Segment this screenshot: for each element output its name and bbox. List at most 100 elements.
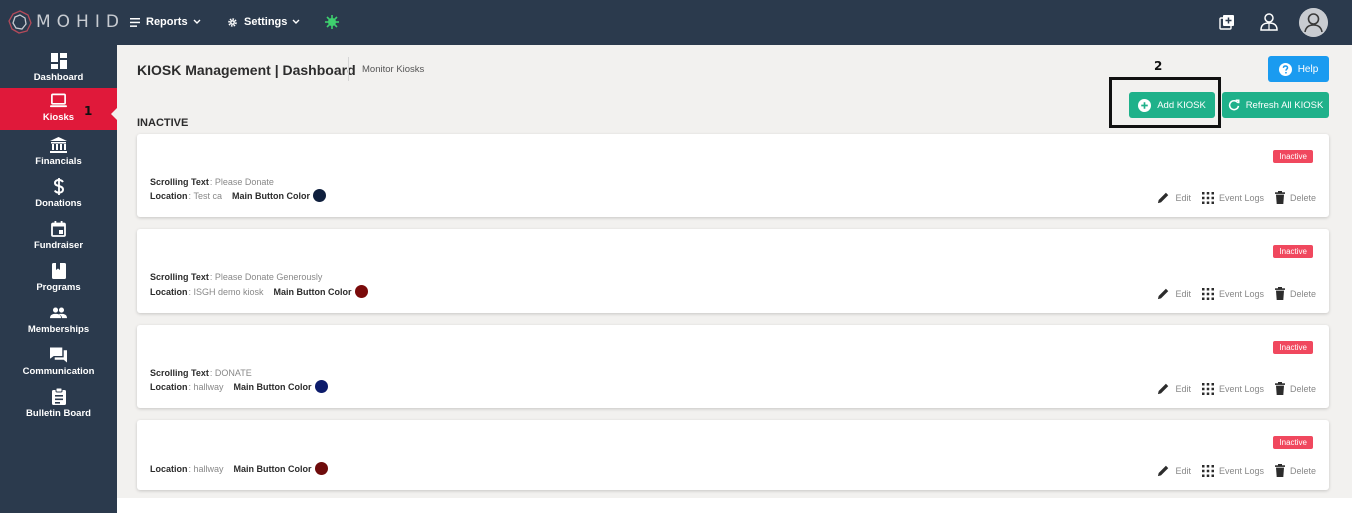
sidebar-item-label: Programs: [36, 282, 81, 293]
scrolling-text-value: Please Donate: [214, 177, 274, 187]
scrolling-text-value: Please Donate Generously: [214, 272, 323, 282]
bank-icon: [50, 136, 67, 153]
grid-dots-icon: [1201, 191, 1214, 204]
button-color-swatch: [314, 380, 328, 393]
location-row: Location: Test ca Main Button Color: [150, 189, 327, 202]
edit-button[interactable]: Edit: [1157, 382, 1191, 395]
sidebar-item-financials[interactable]: Financials: [0, 132, 117, 174]
sidebar-item-donations[interactable]: Donations: [0, 174, 117, 216]
sidebar-item-label: Communication: [22, 366, 95, 377]
pencil-icon: [1158, 383, 1169, 395]
delete-button[interactable]: Delete: [1274, 287, 1316, 300]
sidebar-item-memberships[interactable]: Memberships: [0, 300, 117, 342]
reports-menu[interactable]: Reports: [130, 13, 201, 31]
logo[interactable]: MOHID: [8, 9, 125, 35]
event-logs-label: Event Logs: [1218, 288, 1264, 299]
delete-button[interactable]: Delete: [1274, 382, 1316, 395]
kiosk-card[interactable]: Inactive Location: hallway Main Button C…: [137, 420, 1329, 490]
edit-button[interactable]: Edit: [1157, 191, 1191, 204]
delete-button[interactable]: Delete: [1274, 191, 1316, 204]
help-label: Help: [1297, 63, 1319, 75]
sidebar-item-kiosks[interactable]: Kiosks: [0, 88, 117, 130]
scrolling-text-value: DONATE: [214, 368, 252, 378]
event-logs-button[interactable]: Event Logs: [1201, 464, 1264, 477]
delete-label: Delete: [1289, 383, 1316, 394]
edit-button[interactable]: Edit: [1157, 287, 1191, 300]
pencil-icon: [1158, 288, 1169, 300]
sidebar-item-label: Dashboard: [33, 72, 84, 83]
button-color-swatch: [354, 285, 368, 298]
grid-dots-icon: [1201, 464, 1214, 477]
edit-button[interactable]: Edit: [1157, 464, 1191, 477]
reports-label: Reports: [146, 16, 188, 28]
kiosk-card[interactable]: Inactive Scrolling Text: Please Donate G…: [137, 229, 1329, 313]
pencil-icon: [1158, 465, 1169, 477]
button-color-swatch: [314, 462, 328, 475]
sidebar-item-dashboard[interactable]: Dashboard: [0, 48, 117, 90]
calendar-icon: [50, 220, 67, 237]
logo-mark-icon: [8, 10, 32, 34]
button-color-swatch: [313, 189, 327, 202]
sidebar-item-label: Kiosks: [42, 112, 75, 123]
chevron-down-icon: [193, 19, 201, 24]
settings-label: Settings: [244, 16, 288, 28]
delete-label: Delete: [1289, 192, 1316, 203]
sidebar-item-communication[interactable]: Communication: [0, 342, 117, 384]
edit-label: Edit: [1175, 383, 1191, 394]
annotation-marker-1: 1: [84, 104, 93, 118]
help-button[interactable]: Help: [1268, 56, 1329, 82]
status-virus-icon[interactable]: [324, 14, 340, 35]
chat-icon: [50, 346, 67, 363]
add-box-icon[interactable]: [1219, 14, 1235, 35]
event-logs-button[interactable]: Event Logs: [1201, 191, 1264, 204]
grid-dots-icon: [1201, 287, 1214, 300]
event-logs-label: Event Logs: [1218, 192, 1264, 203]
scrolling-text-row: Scrolling Text: DONATE: [150, 368, 252, 378]
add-kiosk-label: Add KIOSK: [1157, 99, 1206, 111]
location-value: hallway: [193, 381, 224, 392]
main-content: KIOSK Management | Dashboard Monitor Kio…: [117, 45, 1352, 498]
kiosk-card[interactable]: Inactive Scrolling Text: Please Donate L…: [137, 134, 1329, 217]
edit-label: Edit: [1175, 288, 1191, 299]
breadcrumb[interactable]: Monitor Kiosks: [362, 64, 424, 75]
event-logs-button[interactable]: Event Logs: [1201, 382, 1264, 395]
location-label: Location: [150, 190, 188, 201]
main-button-color-label: Main Button Color: [232, 190, 311, 201]
dashboard-icon: [50, 52, 67, 69]
event-logs-button[interactable]: Event Logs: [1201, 287, 1264, 300]
user-avatar-icon: [1299, 8, 1328, 37]
main-button-color-label: Main Button Color: [233, 463, 312, 474]
sidebar-item-label: Bulletin Board: [26, 408, 91, 419]
sidebar-item-label: Donations: [35, 198, 82, 209]
event-logs-label: Event Logs: [1218, 383, 1264, 394]
refresh-all-kiosk-button[interactable]: Refresh All KIOSK: [1222, 92, 1329, 118]
edit-label: Edit: [1175, 465, 1191, 476]
scrolling-text-label: Scrolling Text: [150, 368, 209, 378]
sidebar-item-fundraiser[interactable]: Fundraiser: [0, 216, 117, 258]
top-bar: MOHID Reports Settings: [0, 0, 1352, 45]
status-badge: Inactive: [1273, 341, 1313, 354]
edit-label: Edit: [1175, 192, 1191, 203]
location-value: ISGH demo kiosk: [193, 286, 264, 297]
title-divider: [348, 57, 349, 81]
avatar[interactable]: [1299, 8, 1328, 37]
grid-dots-icon: [1201, 382, 1214, 395]
sidebar-item-programs[interactable]: Programs: [0, 258, 117, 300]
kiosk-card[interactable]: Inactive Scrolling Text: DONATE Location…: [137, 325, 1329, 408]
status-badge: Inactive: [1273, 150, 1313, 163]
logo-text: MOHID: [36, 12, 125, 32]
page-title: KIOSK Management | Dashboard: [137, 62, 356, 78]
card-actions: Edit Event Logs Delete: [1146, 191, 1316, 204]
users-outline-icon[interactable]: [1259, 12, 1279, 36]
section-label-inactive: INACTIVE: [137, 117, 189, 129]
trash-icon: [1274, 191, 1285, 204]
add-kiosk-button[interactable]: Add KIOSK: [1129, 92, 1215, 118]
sidebar-item-bulletin-board[interactable]: Bulletin Board: [0, 384, 117, 426]
delete-button[interactable]: Delete: [1274, 464, 1316, 477]
card-actions: Edit Event Logs Delete: [1146, 287, 1316, 300]
sidebar-item-label: Fundraiser: [33, 240, 84, 251]
settings-menu[interactable]: Settings: [227, 13, 300, 31]
trash-icon: [1274, 287, 1285, 300]
sidebar: Dashboard Kiosks Financials Donations Fu…: [0, 45, 118, 513]
card-actions: Edit Event Logs Delete: [1146, 464, 1316, 477]
